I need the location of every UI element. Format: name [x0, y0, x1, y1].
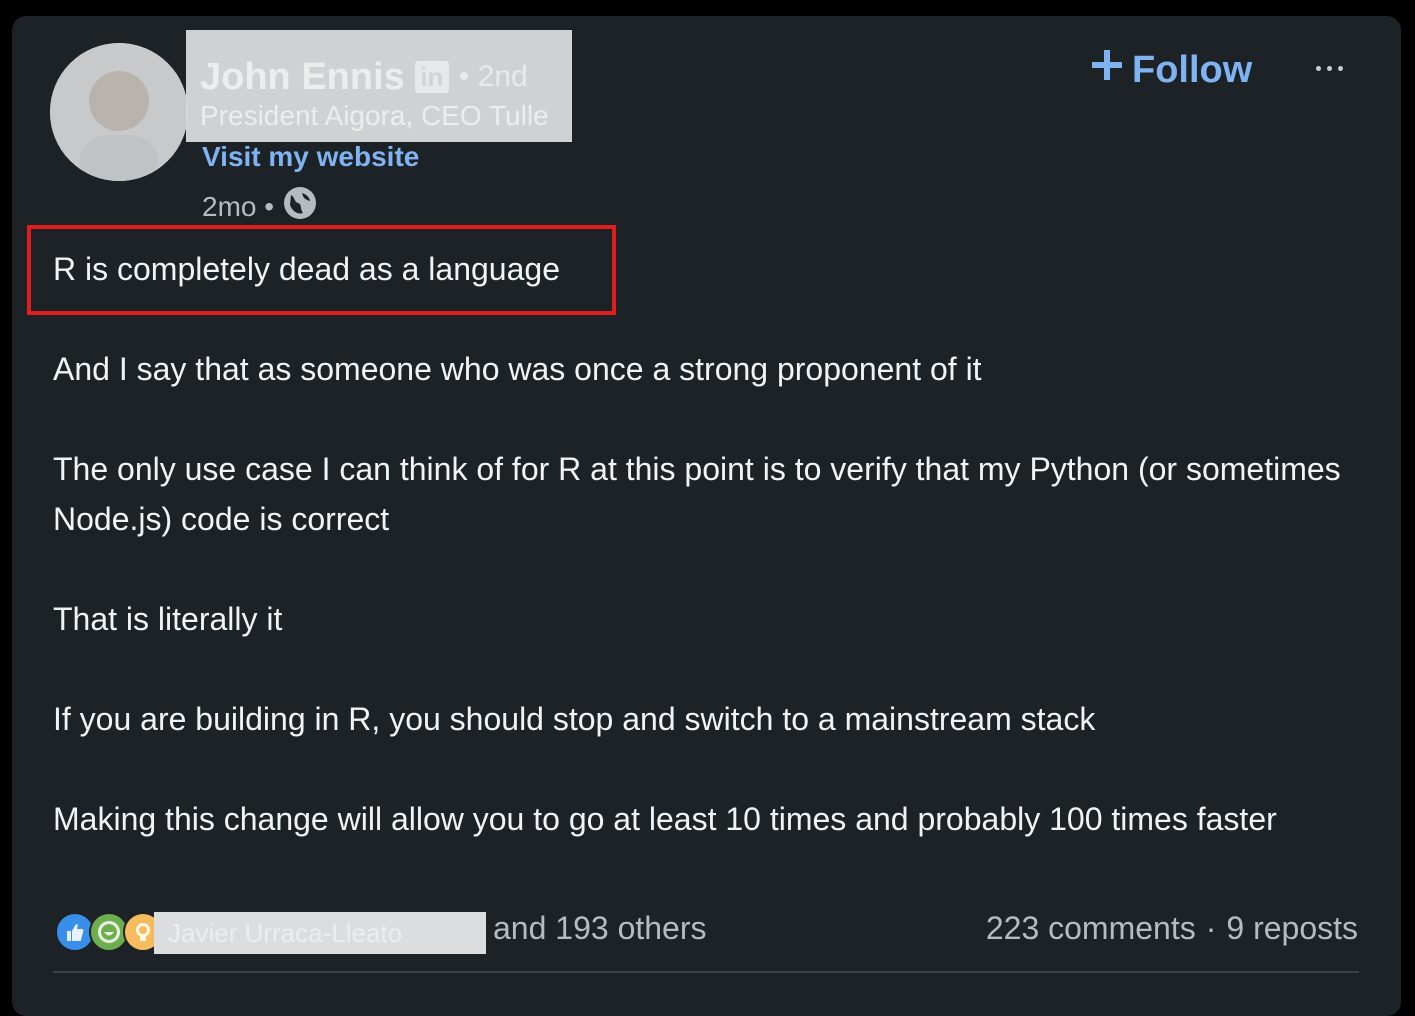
reposts-count[interactable]: 9 reposts	[1226, 910, 1358, 947]
post-stats: 223 comments · 9 reposts	[986, 910, 1358, 947]
stats-separator: ·	[1205, 910, 1217, 946]
author-headline: President Aigora, CEO Tulle	[200, 100, 549, 131]
post-paragraph: If you are building in R, you should sto…	[53, 701, 1096, 737]
post-paragraph: And I say that as someone who was once a…	[53, 351, 982, 387]
reactions-count[interactable]: and 193 others	[493, 910, 707, 947]
comments-count[interactable]: 223 comments	[986, 910, 1196, 947]
post-time: 2mo •	[202, 190, 275, 222]
linkedin-icon: in	[414, 61, 449, 93]
follow-label: Follow	[1132, 48, 1253, 91]
post-meta: 2mo •	[202, 185, 318, 228]
post-paragraph: Making this change will allow you to go …	[53, 801, 1277, 837]
follow-button[interactable]: Follow	[1090, 44, 1252, 96]
more-options-icon[interactable]	[1305, 50, 1353, 86]
author-name[interactable]: John Ennis	[200, 56, 405, 99]
post-paragraph: The only use case I can think of for R a…	[53, 451, 1341, 537]
author-name-row: John Ennis in • 2nd	[200, 52, 528, 102]
author-avatar[interactable]	[50, 43, 188, 181]
reactor-name[interactable]: Javier Urraca-Lleato	[154, 912, 486, 954]
connection-degree: • 2nd	[458, 60, 528, 93]
post-paragraph: That is literally it	[53, 601, 283, 637]
post-highlighted-line: R is completely dead as a language	[53, 251, 560, 287]
divider	[53, 971, 1359, 973]
globe-icon	[282, 185, 318, 228]
plus-icon	[1090, 48, 1124, 92]
visit-website-link[interactable]: Visit my website	[202, 141, 419, 173]
reaction-icons[interactable]	[55, 912, 163, 952]
